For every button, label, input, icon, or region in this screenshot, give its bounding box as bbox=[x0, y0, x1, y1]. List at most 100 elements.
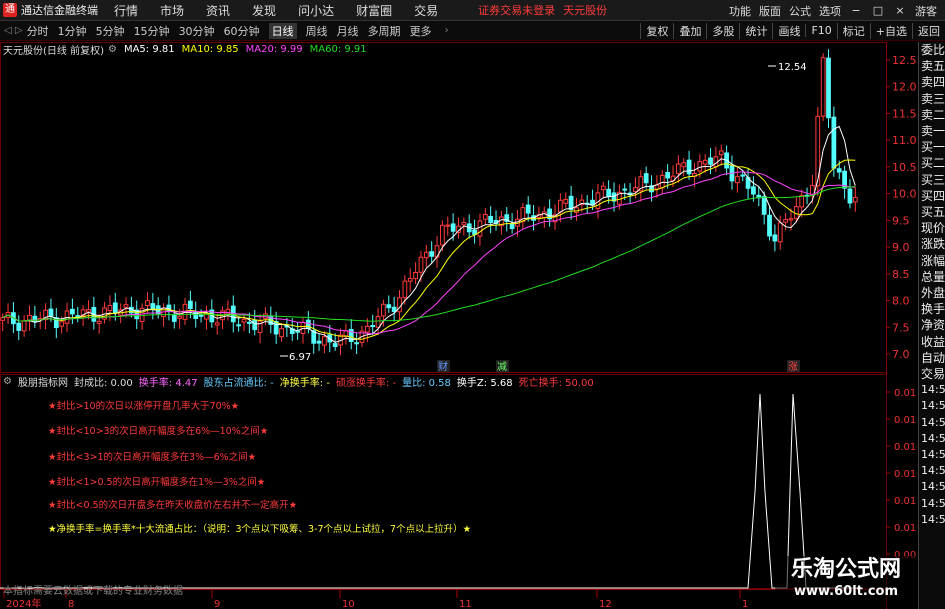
candle-body bbox=[799, 194, 805, 208]
menu-layout[interactable]: 版面 bbox=[759, 3, 781, 19]
right-panel-item[interactable]: 涨幅 bbox=[919, 253, 945, 269]
period-more[interactable]: 更多 bbox=[410, 23, 432, 39]
right-panel-item[interactable]: 自动 bbox=[919, 350, 945, 366]
period-5min[interactable]: 5分钟 bbox=[96, 23, 125, 39]
price-tick-label: 7.0 bbox=[892, 348, 910, 361]
price-tick-label: 8.0 bbox=[892, 295, 910, 308]
candle-body bbox=[772, 234, 778, 242]
right-panel-item[interactable]: 涨跌 bbox=[919, 236, 945, 252]
right-panel-item[interactable]: 总量 bbox=[919, 269, 945, 285]
tool-stats[interactable]: 统计 bbox=[739, 22, 772, 39]
event-marker: 减 bbox=[497, 361, 507, 373]
tool-back[interactable]: 返回 bbox=[912, 22, 945, 39]
candle-body bbox=[461, 221, 467, 226]
right-panel-item[interactable]: 14:56 bbox=[919, 415, 945, 431]
candle-body bbox=[316, 340, 322, 344]
menu-function[interactable]: 功能 bbox=[729, 3, 751, 19]
more-chevron-icon[interactable]: › bbox=[445, 25, 449, 36]
indicator-note: ★封比<1>0.5的次日高开幅度多在1%—3%之间★ bbox=[48, 477, 266, 488]
right-panel-item[interactable]: 现价 bbox=[919, 220, 945, 236]
candle-body bbox=[273, 321, 279, 335]
user-label[interactable]: 游客 bbox=[915, 3, 937, 19]
right-panel-item[interactable]: 换手 bbox=[919, 301, 945, 317]
right-panel-item[interactable]: 卖二 bbox=[919, 107, 945, 123]
tool-f10[interactable]: F10 bbox=[805, 24, 836, 37]
period-1min[interactable]: 1分钟 bbox=[58, 23, 87, 39]
period-60min[interactable]: 60分钟 bbox=[224, 23, 260, 39]
menu-quotes[interactable]: 行情 bbox=[114, 2, 138, 19]
right-panel-item[interactable]: 净资 bbox=[919, 317, 945, 333]
settings-icon[interactable]: ⚙ bbox=[3, 376, 12, 387]
candle-body bbox=[643, 173, 649, 184]
candle-body bbox=[27, 314, 32, 321]
candle-body bbox=[370, 325, 376, 328]
menu-ask[interactable]: 问小达 bbox=[298, 2, 334, 19]
event-marker: 涨 bbox=[788, 361, 798, 373]
right-panel-item[interactable]: 卖三 bbox=[919, 91, 945, 107]
right-panel-item[interactable]: 14:56 bbox=[919, 479, 945, 495]
menu-formula[interactable]: 公式 bbox=[789, 3, 811, 19]
tool-multistock[interactable]: 多股 bbox=[706, 22, 739, 39]
period-intraday[interactable]: 分时 bbox=[27, 23, 49, 39]
tool-draw[interactable]: 画线 bbox=[772, 22, 805, 39]
candle-body bbox=[225, 308, 231, 315]
menu-options[interactable]: 选项 bbox=[819, 3, 841, 19]
settings-icon[interactable]: ⚙ bbox=[108, 44, 117, 55]
period-multi[interactable]: 多周期 bbox=[368, 23, 401, 39]
price-tick-label: 10.5 bbox=[892, 161, 917, 174]
period-15min[interactable]: 15分钟 bbox=[134, 23, 170, 39]
menu-trade[interactable]: 交易 bbox=[414, 2, 438, 19]
right-panel-item[interactable]: 14:56 bbox=[919, 496, 945, 512]
login-warning[interactable]: 证券交易未登录 bbox=[478, 2, 555, 18]
menu-market[interactable]: 市场 bbox=[160, 2, 184, 19]
candle-body bbox=[777, 222, 783, 243]
right-panel-item[interactable]: 卖四 bbox=[919, 74, 945, 90]
price-tick-label: 7.5 bbox=[892, 321, 910, 334]
minimize-icon[interactable]: − bbox=[849, 4, 863, 17]
right-panel-item[interactable]: 买四 bbox=[919, 188, 945, 204]
ind-tick-label: 0.01 bbox=[894, 469, 916, 480]
tool-overlay[interactable]: 叠加 bbox=[673, 22, 706, 39]
right-panel-item[interactable]: 买三 bbox=[919, 172, 945, 188]
candle-body bbox=[600, 185, 606, 191]
indicator-name[interactable]: 股朋指标网 bbox=[18, 374, 68, 389]
candle-body bbox=[568, 195, 574, 210]
right-panel-item[interactable]: 买一 bbox=[919, 139, 945, 155]
menu-wealth[interactable]: 财富圈 bbox=[356, 2, 392, 19]
close-icon[interactable]: × bbox=[893, 4, 907, 17]
ind-tick-label: 0.01 bbox=[894, 388, 916, 399]
nav-arrows-icon[interactable]: ◁ ▷ bbox=[4, 25, 23, 36]
candle-body bbox=[150, 303, 156, 310]
period-weekly[interactable]: 周线 bbox=[306, 23, 328, 39]
right-panel-item[interactable]: 14:56 bbox=[919, 463, 945, 479]
right-panel-item[interactable]: 委比 bbox=[919, 42, 945, 58]
right-panel-item[interactable]: 交易 bbox=[919, 366, 945, 382]
period-monthly[interactable]: 月线 bbox=[337, 23, 359, 39]
price-tick-label: 10.0 bbox=[892, 188, 917, 201]
right-panel-item[interactable]: 14:56 bbox=[919, 512, 945, 528]
right-panel-item[interactable]: 收益 bbox=[919, 334, 945, 350]
candle-body bbox=[364, 325, 370, 333]
right-panel-item[interactable]: 买二 bbox=[919, 155, 945, 171]
candle-body bbox=[198, 314, 204, 317]
tool-adjust[interactable]: 复权 bbox=[640, 22, 673, 39]
candle-body bbox=[675, 163, 681, 174]
right-panel-item[interactable]: 卖五 bbox=[919, 58, 945, 74]
right-panel-item[interactable]: 14:56 bbox=[919, 382, 945, 398]
right-panel-item[interactable]: 外盘 bbox=[919, 285, 945, 301]
ind-tick-label: 0.01 bbox=[894, 523, 916, 534]
menu-news[interactable]: 资讯 bbox=[206, 2, 230, 19]
right-panel-item[interactable]: 14:56 bbox=[919, 398, 945, 414]
maximize-icon[interactable]: □ bbox=[871, 4, 885, 17]
period-daily[interactable]: 日线 bbox=[268, 22, 297, 39]
right-panel-item[interactable]: 买五 bbox=[919, 204, 945, 220]
tool-mark[interactable]: 标记 bbox=[836, 22, 870, 39]
period-30min[interactable]: 30分钟 bbox=[179, 23, 215, 39]
right-panel-item[interactable]: 14:56 bbox=[919, 431, 945, 447]
tool-add-favorite[interactable]: +自选 bbox=[869, 22, 912, 39]
right-panel-item[interactable]: 卖一 bbox=[919, 123, 945, 139]
ma10-label: MA10: 9.85 bbox=[181, 43, 239, 55]
menu-discover[interactable]: 发现 bbox=[252, 2, 276, 19]
candle-body bbox=[16, 322, 22, 331]
right-panel-item[interactable]: 14:56 bbox=[919, 447, 945, 463]
